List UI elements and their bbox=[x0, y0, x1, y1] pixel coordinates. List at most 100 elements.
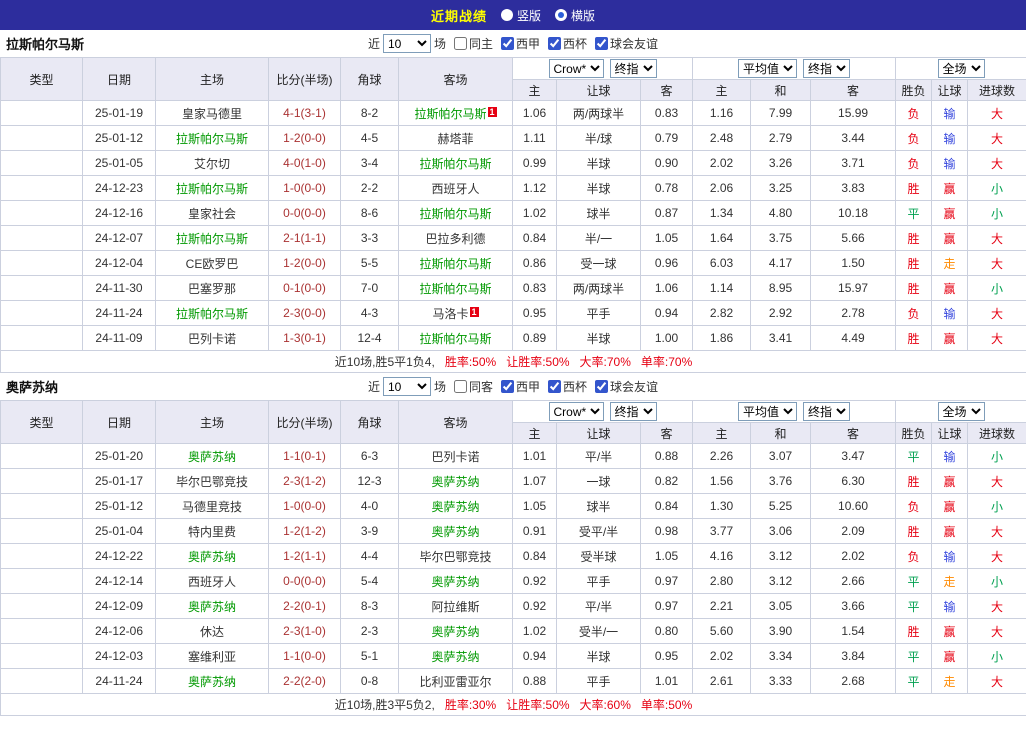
home-team-name[interactable]: 马德里竞技 bbox=[182, 500, 242, 514]
odds-final-select[interactable]: 终指 bbox=[609, 402, 657, 421]
column-header: 进球数 bbox=[967, 79, 1026, 101]
away-team-name[interactable]: 赫塔菲 bbox=[437, 132, 473, 146]
away-team-cell: 阿拉维斯 bbox=[398, 593, 513, 619]
topbar: 近期战绩 竖版 横版 bbox=[0, 0, 1026, 30]
away-team-name[interactable]: 奥萨苏纳 bbox=[431, 650, 479, 664]
avg-away: 3.66 bbox=[810, 593, 897, 619]
home-team-name[interactable]: 西班牙人 bbox=[188, 575, 236, 589]
away-team-name[interactable]: 比利亚雷亚尔 bbox=[419, 675, 491, 689]
away-team-name[interactable]: 奥萨苏纳 bbox=[431, 525, 479, 539]
home-team-name[interactable]: 奥萨苏纳 bbox=[188, 450, 236, 464]
away-team-name[interactable]: 马洛卡 bbox=[432, 307, 468, 321]
filter-checkbox[interactable] bbox=[548, 37, 562, 50]
avg-draw: 3.26 bbox=[750, 150, 812, 176]
odds-source-select[interactable]: Crow* bbox=[548, 402, 604, 421]
corner-score: 4-3 bbox=[340, 300, 399, 326]
recent-count-select[interactable]: 10 bbox=[382, 34, 431, 53]
match-row: 西杯 25-01-04 特内里费 1-2(1-2) 3-9 奥萨苏纳 0.91 受平/半 0.9… bbox=[0, 518, 1026, 544]
away-team-cell: 巴拉多利德 bbox=[398, 225, 513, 251]
scope-select[interactable]: 全场 bbox=[937, 59, 985, 78]
odds-away: 0.82 bbox=[639, 468, 694, 494]
odds-home: 0.92 bbox=[512, 568, 557, 594]
home-team-name[interactable]: CE欧罗巴 bbox=[186, 257, 239, 271]
home-team-name[interactable]: 休达 bbox=[200, 625, 224, 639]
result-outcome: 平 bbox=[895, 668, 933, 694]
home-team-name[interactable]: 塞维利亚 bbox=[188, 650, 236, 664]
league-cell: 西甲 bbox=[0, 443, 83, 469]
match-date: 24-12-04 bbox=[82, 250, 156, 276]
away-team-name[interactable]: 巴拉多利德 bbox=[425, 232, 485, 246]
home-team-name[interactable]: 巴列卡诺 bbox=[188, 332, 236, 346]
filter-checkbox[interactable] bbox=[453, 380, 467, 393]
home-team-name[interactable]: 特内里费 bbox=[188, 525, 236, 539]
column-header: 胜负 bbox=[895, 79, 933, 101]
home-team-name[interactable]: 拉斯帕尔马斯 bbox=[176, 232, 248, 246]
avg-source-select[interactable]: 平均值 bbox=[738, 402, 798, 421]
away-team-name[interactable]: 拉斯帕尔马斯 bbox=[419, 282, 491, 296]
away-team-name[interactable]: 阿拉维斯 bbox=[431, 600, 479, 614]
recent-label: 近 bbox=[367, 37, 380, 51]
result-goals: 小 bbox=[967, 275, 1026, 301]
result-goals: 大 bbox=[967, 125, 1026, 151]
away-team-name[interactable]: 拉斯帕尔马斯 bbox=[419, 257, 491, 271]
away-team-name[interactable]: 奥萨苏纳 bbox=[431, 625, 479, 639]
away-team-name[interactable]: 拉斯帕尔马斯 bbox=[414, 107, 486, 121]
avg-away: 15.99 bbox=[810, 100, 897, 126]
away-team-name[interactable]: 奥萨苏纳 bbox=[431, 575, 479, 589]
filter-checkbox[interactable] bbox=[595, 380, 609, 393]
league-cell: 西甲 bbox=[0, 200, 83, 226]
avg-away: 1.50 bbox=[810, 250, 897, 276]
away-team-name[interactable]: 巴列卡诺 bbox=[431, 450, 479, 464]
layout-radio[interactable]: 竖版 bbox=[500, 7, 541, 24]
red-card-badge: 1 bbox=[487, 106, 497, 117]
home-team-name[interactable]: 奥萨苏纳 bbox=[188, 675, 236, 689]
home-team-name[interactable]: 拉斯帕尔马斯 bbox=[176, 132, 248, 146]
filter-checkbox[interactable] bbox=[595, 37, 609, 50]
recent-label: 近 bbox=[367, 380, 380, 394]
result-goals: 小 bbox=[967, 443, 1026, 469]
away-team-name[interactable]: 拉斯帕尔马斯 bbox=[419, 157, 491, 171]
away-team-name[interactable]: 西班牙人 bbox=[431, 182, 479, 196]
avg-final-select[interactable]: 终指 bbox=[803, 59, 851, 78]
corner-score: 8-3 bbox=[340, 593, 399, 619]
home-team-name[interactable]: 巴塞罗那 bbox=[188, 282, 236, 296]
avg-final-select[interactable]: 终指 bbox=[803, 402, 851, 421]
odds-final-select[interactable]: 终指 bbox=[609, 59, 657, 78]
result-goals: 大 bbox=[967, 250, 1026, 276]
away-team-name[interactable]: 奥萨苏纳 bbox=[431, 475, 479, 489]
home-team-name[interactable]: 奥萨苏纳 bbox=[188, 600, 236, 614]
scope-select[interactable]: 全场 bbox=[937, 402, 985, 421]
home-team-name[interactable]: 艾尔切 bbox=[194, 157, 230, 171]
match-date: 25-01-04 bbox=[82, 518, 156, 544]
home-team-name[interactable]: 奥萨苏纳 bbox=[188, 550, 236, 564]
avg-draw: 3.12 bbox=[750, 543, 812, 569]
away-team-name[interactable]: 拉斯帕尔马斯 bbox=[419, 207, 491, 221]
odds-home: 0.91 bbox=[512, 518, 557, 544]
league-cell: 西甲 bbox=[0, 125, 83, 151]
filter-checkbox[interactable] bbox=[501, 37, 514, 50]
home-team-name[interactable]: 皇家马德里 bbox=[182, 107, 242, 121]
recent-count-select[interactable]: 10 bbox=[382, 377, 431, 396]
home-team-name[interactable]: 毕尔巴鄂竞技 bbox=[176, 475, 248, 489]
filter-checkbox[interactable] bbox=[453, 37, 467, 50]
corner-score: 4-4 bbox=[340, 543, 399, 569]
odds-source-select[interactable]: Crow* bbox=[548, 59, 604, 78]
away-team-name[interactable]: 毕尔巴鄂竞技 bbox=[419, 550, 491, 564]
away-team-cell: 西班牙人 bbox=[398, 175, 513, 201]
home-team-name[interactable]: 拉斯帕尔马斯 bbox=[176, 307, 248, 321]
away-team-name[interactable]: 奥萨苏纳 bbox=[431, 500, 479, 514]
avg-source-select[interactable]: 平均值 bbox=[738, 59, 798, 78]
result-outcome: 胜 bbox=[895, 468, 933, 494]
away-team-name[interactable]: 拉斯帕尔马斯 bbox=[419, 332, 491, 346]
avg-draw: 4.17 bbox=[750, 250, 812, 276]
result-handicap: 赢 bbox=[931, 200, 969, 226]
avg-home: 1.64 bbox=[692, 225, 752, 251]
filter-checkbox[interactable] bbox=[501, 380, 514, 393]
league-cell: 西甲 bbox=[0, 568, 83, 594]
corner-score: 3-3 bbox=[340, 225, 399, 251]
home-team-name[interactable]: 拉斯帕尔马斯 bbox=[176, 182, 248, 196]
away-team-cell: 拉斯帕尔马斯 bbox=[398, 250, 513, 276]
filter-checkbox[interactable] bbox=[548, 380, 562, 393]
layout-radio[interactable]: 横版 bbox=[555, 7, 595, 24]
home-team-name[interactable]: 皇家社会 bbox=[188, 207, 236, 221]
